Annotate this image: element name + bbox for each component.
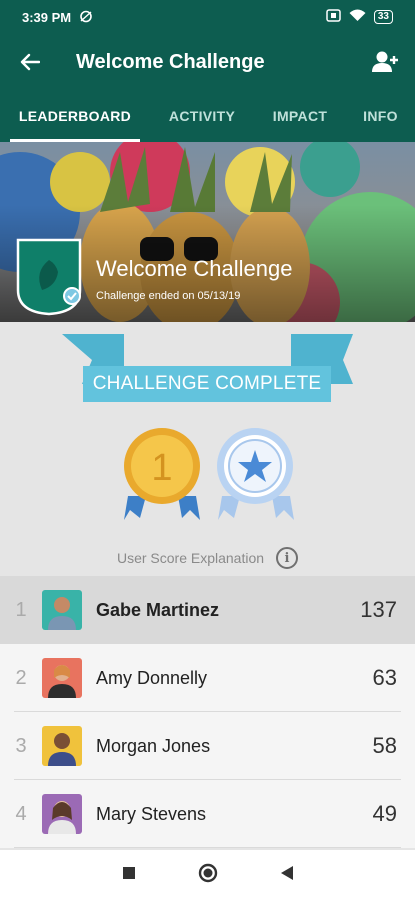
alarm-icon bbox=[79, 9, 93, 26]
challenge-hero: Welcome Challenge Challenge ended on 05/… bbox=[0, 142, 415, 322]
challenge-title: Welcome Challenge bbox=[96, 256, 293, 281]
user-score: 58 bbox=[372, 733, 397, 758]
rank-number: 4 bbox=[15, 802, 27, 825]
info-icon[interactable]: i bbox=[276, 547, 299, 569]
status-time: 3:39 PM bbox=[22, 9, 72, 25]
tab-impact[interactable]: IMPACT bbox=[254, 90, 346, 142]
leaderboard-row[interactable]: 1 Gabe Martinez 137 bbox=[0, 576, 415, 644]
user-score: 49 bbox=[372, 801, 397, 826]
user-name: Amy Donnelly bbox=[96, 667, 208, 688]
avatar bbox=[42, 726, 82, 766]
tab-info[interactable]: INFO bbox=[346, 90, 415, 142]
recents-button[interactable] bbox=[122, 866, 136, 885]
rank-number: 3 bbox=[15, 734, 27, 757]
user-name: Mary Stevens bbox=[96, 803, 207, 824]
system-nav-bar bbox=[0, 850, 415, 900]
back-button[interactable] bbox=[0, 34, 60, 90]
home-button[interactable] bbox=[198, 863, 218, 888]
challenge-end-date: Challenge ended on 05/13/19 bbox=[96, 290, 241, 302]
app-bar: Welcome Challenge bbox=[0, 34, 415, 90]
avatar bbox=[42, 658, 82, 698]
challenge-complete-banner: CHALLENGE COMPLETE bbox=[0, 330, 415, 410]
rank-number: 1 bbox=[15, 598, 27, 621]
leaderboard-row[interactable]: 2 Amy Donnelly 63 bbox=[0, 644, 415, 712]
challenge-badge-icon bbox=[16, 238, 82, 316]
user-score: 63 bbox=[372, 665, 397, 690]
rank-number: 2 bbox=[15, 666, 27, 689]
screenshot-icon bbox=[326, 9, 341, 25]
score-explanation-label: User Score Explanation bbox=[116, 550, 265, 566]
medal-icons: 1 bbox=[124, 428, 294, 520]
star-medal-icon bbox=[217, 428, 294, 520]
svg-text:1: 1 bbox=[151, 447, 172, 489]
back-nav-button[interactable] bbox=[280, 865, 294, 886]
leaderboard-row[interactable]: 3 Morgan Jones 58 bbox=[0, 712, 415, 780]
tab-bar: LEADERBOARD ACTIVITY IMPACT INFO bbox=[0, 90, 415, 142]
first-place-medal-icon: 1 bbox=[124, 428, 200, 520]
score-explanation[interactable]: User Score Explanation i bbox=[0, 544, 415, 572]
medals: 1 bbox=[0, 422, 415, 530]
square-icon bbox=[122, 866, 135, 879]
avatar bbox=[42, 590, 82, 630]
leaderboard-list: 1 Gabe Martinez 137 2 Amy Donnelly 63 3 … bbox=[0, 576, 415, 848]
avatar bbox=[42, 794, 82, 834]
user-name: Gabe Martinez bbox=[96, 599, 220, 620]
add-user-button[interactable] bbox=[355, 34, 415, 90]
user-name: Morgan Jones bbox=[96, 735, 211, 756]
wifi-icon bbox=[349, 9, 366, 25]
tab-leaderboard[interactable]: LEADERBOARD bbox=[0, 90, 150, 142]
circle-icon bbox=[198, 863, 217, 882]
status-bar: 3:39 PM 33 bbox=[0, 0, 415, 34]
battery-icon: 33 bbox=[373, 10, 393, 24]
arrow-left-icon bbox=[20, 53, 40, 71]
leaderboard-row[interactable]: 4 Mary Stevens 49 bbox=[0, 780, 415, 848]
add-user-icon bbox=[372, 51, 398, 72]
tab-activity[interactable]: ACTIVITY bbox=[150, 90, 254, 142]
page-title: Welcome Challenge bbox=[76, 50, 265, 73]
triangle-back-icon bbox=[280, 865, 293, 880]
challenge-complete-label: CHALLENGE COMPLETE bbox=[83, 366, 331, 402]
user-score: 137 bbox=[360, 597, 397, 622]
